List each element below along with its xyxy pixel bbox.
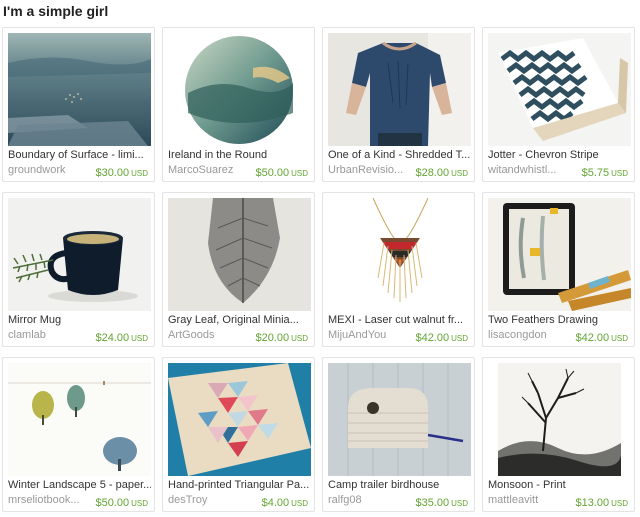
price-amount: $50.00 bbox=[255, 167, 290, 179]
price: $5.75 USD bbox=[582, 163, 628, 181]
listing-image[interactable] bbox=[8, 33, 151, 146]
currency-code: USD bbox=[131, 334, 148, 343]
listing-image[interactable] bbox=[488, 198, 631, 311]
listing-card[interactable]: Winter Landscape 5 - paper... mrseliotbo… bbox=[2, 357, 155, 512]
shop-name[interactable]: lisacongdon bbox=[488, 329, 568, 341]
price: $42.00 USD bbox=[575, 328, 628, 346]
price-amount: $24.00 bbox=[95, 332, 130, 344]
price: $28.00 USD bbox=[415, 163, 468, 181]
price-amount: $35.00 bbox=[415, 497, 450, 509]
listing-title[interactable]: Boundary of Surface - limi... bbox=[8, 149, 151, 161]
shop-name[interactable]: desTroy bbox=[168, 494, 248, 506]
listing-card[interactable]: Two Feathers Drawing lisacongdon $42.00 U… bbox=[482, 192, 635, 347]
page-title: I'm a simple girl bbox=[3, 3, 109, 19]
listing-title[interactable]: Two Feathers Drawing bbox=[488, 314, 631, 326]
listing-title[interactable]: Hand-printed Triangular Pa... bbox=[168, 479, 311, 491]
listing-title[interactable]: Winter Landscape 5 - paper... bbox=[8, 479, 151, 491]
price: $13.00 USD bbox=[575, 493, 628, 511]
shop-name[interactable]: UrbanRevisio... bbox=[328, 164, 408, 176]
price: $4.00 USD bbox=[262, 493, 308, 511]
listing-image[interactable] bbox=[8, 363, 151, 476]
listing-card[interactable]: Boundary of Surface - limi... groundwork… bbox=[2, 27, 155, 182]
price-amount: $4.00 bbox=[261, 497, 290, 509]
listing-card[interactable]: One of a Kind - Shredded T... UrbanRevis… bbox=[322, 27, 475, 182]
currency-code: USD bbox=[291, 334, 308, 343]
listing-title[interactable]: Ireland in the Round bbox=[168, 149, 311, 161]
shop-name[interactable]: ralfg08 bbox=[328, 494, 408, 506]
shop-name[interactable]: clamlab bbox=[8, 329, 88, 341]
listing-image[interactable] bbox=[328, 363, 471, 476]
shop-name[interactable]: mattleavitt bbox=[488, 494, 568, 506]
price-amount: $13.00 bbox=[575, 497, 610, 509]
currency-code: USD bbox=[611, 169, 628, 178]
listing-grid: Boundary of Surface - limi... groundwork… bbox=[2, 27, 635, 512]
listing-image[interactable] bbox=[168, 33, 311, 146]
currency-code: USD bbox=[611, 499, 628, 508]
currency-code: USD bbox=[131, 499, 148, 508]
shop-name[interactable]: MarcoSuarez bbox=[168, 164, 248, 176]
listing-title[interactable]: Gray Leaf, Original Minia... bbox=[168, 314, 311, 326]
shop-name[interactable]: MijuAndYou bbox=[328, 329, 408, 341]
price-amount: $5.75 bbox=[581, 167, 610, 179]
listing-image[interactable] bbox=[168, 198, 311, 311]
currency-code: USD bbox=[291, 169, 308, 178]
listing-title[interactable]: Camp trailer birdhouse bbox=[328, 479, 471, 491]
price: $35.00 USD bbox=[415, 493, 468, 511]
listing-card[interactable]: Jotter - Chevron Stripe witandwhistl... … bbox=[482, 27, 635, 182]
price-amount: $20.00 bbox=[255, 332, 290, 344]
price-amount: $30.00 bbox=[95, 167, 130, 179]
price: $42.00 USD bbox=[415, 328, 468, 346]
listing-card[interactable]: Monsoon - Print mattleavitt $13.00 USD bbox=[482, 357, 635, 512]
currency-code: USD bbox=[451, 499, 468, 508]
price: $50.00 USD bbox=[255, 163, 308, 181]
price: $24.00 USD bbox=[95, 328, 148, 346]
price-amount: $50.00 bbox=[95, 497, 130, 509]
listing-title[interactable]: One of a Kind - Shredded T... bbox=[328, 149, 471, 161]
currency-code: USD bbox=[451, 169, 468, 178]
shop-name[interactable]: witandwhistl... bbox=[488, 164, 568, 176]
price-amount: $28.00 bbox=[415, 167, 450, 179]
price: $50.00 USD bbox=[95, 493, 148, 511]
listing-title[interactable]: Mirror Mug bbox=[8, 314, 151, 326]
shop-name[interactable]: ArtGoods bbox=[168, 329, 248, 341]
listing-image[interactable] bbox=[488, 33, 631, 146]
listing-image[interactable] bbox=[328, 198, 471, 311]
listing-image[interactable] bbox=[8, 198, 151, 311]
currency-code: USD bbox=[131, 169, 148, 178]
shop-name[interactable]: groundwork bbox=[8, 164, 88, 176]
listing-image[interactable] bbox=[488, 363, 631, 476]
listing-card[interactable]: Hand-printed Triangular Pa... desTroy $4… bbox=[162, 357, 315, 512]
currency-code: USD bbox=[611, 334, 628, 343]
currency-code: USD bbox=[451, 334, 468, 343]
price: $20.00 USD bbox=[255, 328, 308, 346]
currency-code: USD bbox=[291, 499, 308, 508]
price: $30.00 USD bbox=[95, 163, 148, 181]
listing-title[interactable]: MEXI - Laser cut walnut fr... bbox=[328, 314, 471, 326]
listing-card[interactable]: Mirror Mug clamlab $24.00 USD bbox=[2, 192, 155, 347]
listing-image[interactable] bbox=[328, 33, 471, 146]
listing-title[interactable]: Jotter - Chevron Stripe bbox=[488, 149, 631, 161]
price-amount: $42.00 bbox=[415, 332, 450, 344]
listing-card[interactable]: Camp trailer birdhouse ralfg08 $35.00 USD bbox=[322, 357, 475, 512]
listing-title[interactable]: Monsoon - Print bbox=[488, 479, 631, 491]
listing-card[interactable]: MEXI - Laser cut walnut fr... MijuAndYou… bbox=[322, 192, 475, 347]
listing-card[interactable]: Ireland in the Round MarcoSuarez $50.00 U… bbox=[162, 27, 315, 182]
price-amount: $42.00 bbox=[575, 332, 610, 344]
shop-name[interactable]: mrseliotbook... bbox=[8, 494, 88, 506]
listing-image[interactable] bbox=[168, 363, 311, 476]
listing-card[interactable]: Gray Leaf, Original Minia... ArtGoods $2… bbox=[162, 192, 315, 347]
